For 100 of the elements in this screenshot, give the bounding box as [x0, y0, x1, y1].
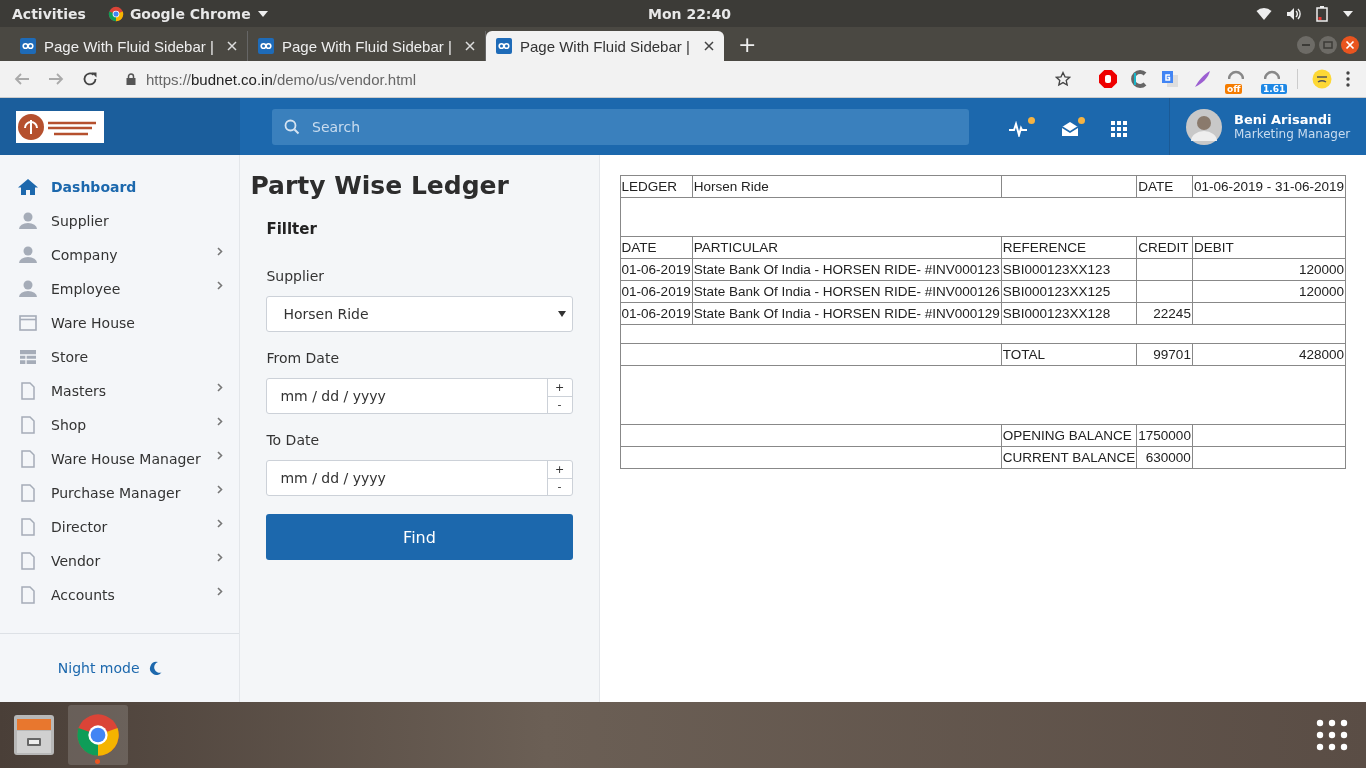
column-header: PARTICULAR	[692, 236, 1002, 259]
table-cell: 99701	[1136, 343, 1193, 366]
close-icon[interactable]	[704, 41, 714, 51]
table-cell	[1136, 280, 1193, 303]
avatar-icon[interactable]	[1186, 108, 1222, 145]
table-cell: SBI000123XX125	[1001, 280, 1137, 303]
table-cell: State Bank Of India - HORSEN RIDE- #INV000126	[692, 280, 1002, 303]
apps-grid-icon[interactable]	[1316, 719, 1348, 751]
user-role: Marketing Manager	[1234, 127, 1351, 141]
table-cell: Horsen Ride	[692, 175, 1002, 198]
document-icon	[18, 586, 38, 604]
sidebar-item[interactable]: Masters	[0, 374, 240, 408]
window-icon	[18, 314, 38, 332]
activity-icon[interactable]	[1009, 116, 1035, 137]
activities-button[interactable]: Activities	[12, 5, 86, 22]
feather-icon[interactable]	[1193, 70, 1211, 88]
chrome-icon[interactable]	[68, 705, 128, 765]
moon-icon[interactable]	[148, 661, 162, 675]
sidebar-item[interactable]: Ware House Manager	[0, 442, 240, 476]
volume-icon[interactable]	[1286, 6, 1302, 21]
date-field[interactable]: mm / dd / yyyy + -	[266, 378, 573, 414]
table-cell: 01-06-2019 - 31-06-2019	[1192, 175, 1346, 198]
table-cell: CURRENT BALANCE	[1001, 446, 1137, 469]
sidebar-item[interactable]: Store	[0, 340, 240, 374]
star-icon[interactable]	[1055, 71, 1071, 87]
favicon-icon	[496, 38, 512, 54]
sidebar-item[interactable]: Vendor	[0, 544, 240, 578]
sidebar-item[interactable]: Supplier	[0, 204, 240, 238]
table-cell: 01-06-2019	[620, 258, 693, 281]
favicon-icon	[258, 38, 274, 54]
stop-hand-icon[interactable]	[1099, 70, 1117, 88]
date-field[interactable]: mm / dd / yyyy + -	[266, 460, 573, 496]
table-cell: State Bank Of India - HORSEN RIDE- #INV000123	[692, 258, 1002, 281]
decrement-button[interactable]: -	[547, 395, 572, 413]
table-cell: LEDGER	[620, 175, 693, 198]
smiley-icon[interactable]	[1312, 69, 1332, 89]
page-title: Party Wise Ledger	[250, 171, 510, 200]
table-cell: 01-06-2019	[620, 280, 693, 303]
supplier-dropdown[interactable]: Horsen Ride	[266, 296, 573, 332]
sidebar-item[interactable]: Purchase Manager	[0, 476, 240, 510]
column-header: CREDIT	[1136, 236, 1193, 259]
address-bar[interactable]: https://budnet.co.in/demo/us/vendor.html	[116, 65, 1081, 93]
extension-badge: 1.61	[1261, 84, 1288, 94]
search-field[interactable]: Search	[272, 108, 969, 145]
close-icon[interactable]	[1340, 35, 1360, 55]
document-icon	[18, 518, 38, 536]
caret-icon	[557, 311, 566, 317]
table-cell: DATE	[1136, 175, 1193, 198]
battery-icon[interactable]	[1316, 5, 1328, 22]
document-icon	[18, 450, 38, 468]
wifi-icon[interactable]	[1256, 6, 1272, 21]
document-icon	[18, 484, 38, 502]
logo-icon[interactable]	[16, 110, 104, 143]
table-cell: SBI000123XX123	[1001, 258, 1137, 281]
chrome-icon	[107, 5, 124, 22]
extension-badge: off	[1225, 84, 1243, 94]
user-icon	[18, 246, 38, 264]
find-button[interactable]: Find	[266, 514, 573, 560]
c-letter-icon[interactable]	[1131, 70, 1147, 88]
clock[interactable]: Mon 22:40	[648, 5, 731, 22]
column-header: DEBIT	[1192, 236, 1346, 259]
table-cell: 120000	[1192, 258, 1346, 281]
table-cell: OPENING BALANCE	[1001, 424, 1137, 447]
sidebar-item[interactable]: Employee	[0, 272, 240, 306]
caret-icon[interactable]	[1342, 9, 1354, 18]
gauge-icon	[1228, 68, 1244, 80]
table-cell: State Bank Of India - HORSEN RIDE- #INV000129	[692, 302, 1002, 325]
reload-icon[interactable]	[82, 71, 98, 87]
sidebar-item[interactable]: Dashboard	[0, 170, 240, 204]
table-cell: 22245	[1136, 302, 1193, 325]
table-cell: 1750000	[1136, 424, 1193, 447]
table-icon	[18, 348, 38, 366]
document-icon	[18, 552, 38, 570]
more-icon[interactable]	[1346, 71, 1350, 87]
home-icon	[18, 178, 38, 196]
new-tab-button[interactable]: +	[738, 32, 757, 57]
sidebar-item[interactable]: Shop	[0, 408, 240, 442]
translate-icon[interactable]	[1161, 70, 1179, 88]
user-icon	[18, 212, 38, 230]
favicon-icon	[20, 38, 36, 54]
table-cell: SBI000123XX128	[1001, 302, 1137, 325]
increment-button[interactable]: +	[547, 379, 572, 396]
sidebar-item[interactable]: Ware House	[0, 306, 240, 340]
sidebar-item[interactable]: Company	[0, 238, 240, 272]
document-icon	[18, 382, 38, 400]
increment-button[interactable]: +	[547, 461, 572, 478]
sidebar-item[interactable]: Director	[0, 510, 240, 544]
decrement-button[interactable]: -	[547, 477, 572, 495]
envelope-icon[interactable]	[1061, 116, 1085, 137]
table-cell: TOTAL	[1001, 343, 1137, 366]
user-icon	[18, 280, 38, 298]
browser-tab[interactable]: Page With Fluid Sidebar |	[486, 31, 724, 61]
app-menu[interactable]: Google Chrome	[107, 5, 251, 22]
field-label: To Date	[266, 432, 321, 448]
column-header: REFERENCE	[1001, 236, 1137, 259]
caret-icon[interactable]	[257, 10, 268, 17]
lock-icon	[126, 73, 136, 85]
sidebar-item[interactable]: Accounts	[0, 578, 240, 612]
column-header: DATE	[620, 236, 693, 259]
night-mode-toggle[interactable]: Night mode	[57, 660, 140, 676]
